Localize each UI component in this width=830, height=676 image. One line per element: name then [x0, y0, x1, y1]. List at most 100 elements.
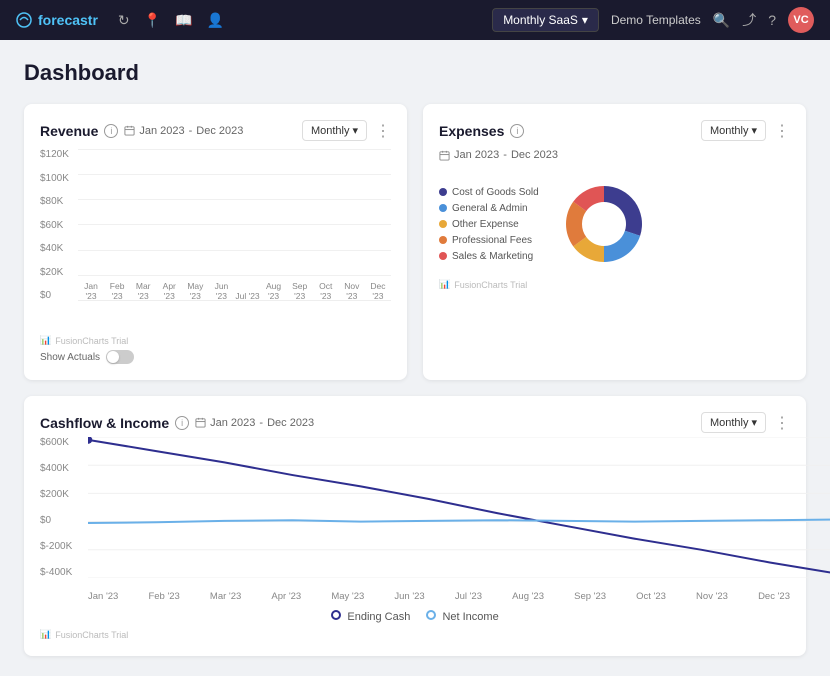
expenses-date-to: Dec 2023 — [511, 149, 558, 161]
pin-icon[interactable]: 📍 — [144, 12, 161, 29]
ending-cash-label: Ending Cash — [347, 611, 410, 623]
bar-group: Jun '23 — [208, 278, 234, 301]
cashflow-line-chart: $600K$400K$200K$0$-200K$-400K Jan '23Feb… — [40, 437, 790, 602]
bar-label: Jan '23 — [78, 282, 104, 301]
expenses-title-row: Expenses i — [439, 123, 524, 139]
expenses-info-icon[interactable]: i — [510, 124, 524, 138]
brand-name: forecastr — [38, 12, 98, 28]
ending-cash-legend-circle — [331, 610, 341, 620]
refresh-icon[interactable]: ↻ — [118, 12, 130, 29]
revenue-fusion-label: FusionCharts Trial — [55, 336, 128, 346]
share-button[interactable]: ⤴ — [742, 10, 756, 30]
legend-item: Sales & Marketing — [439, 251, 539, 262]
x-label: Jun '23 — [394, 591, 424, 602]
cashflow-title: Cashflow & Income — [40, 415, 169, 431]
chart-line — [88, 519, 830, 523]
calendar-icon — [124, 125, 135, 136]
bar-label: Dec '23 — [365, 282, 391, 301]
x-label: May '23 — [331, 591, 364, 602]
avatar[interactable]: VC — [788, 7, 814, 33]
revenue-monthly-label: Monthly — [311, 125, 350, 137]
demo-templates-link[interactable]: Demo Templates — [611, 13, 701, 27]
bar-group: Jul '23 — [234, 288, 260, 301]
revenue-card: Revenue i Jan 2023 - Dec 2023 Monthly ▾ … — [24, 104, 407, 380]
cashflow-more-button[interactable]: ⋮ — [774, 413, 790, 433]
navbar-right: Monthly SaaS ▾ Demo Templates 🔍 ⤴ ? VC — [492, 7, 814, 33]
expenses-fusion-watermark: 📊 FusionCharts Trial — [439, 279, 790, 290]
revenue-title: Revenue — [40, 123, 98, 139]
top-row: Revenue i Jan 2023 - Dec 2023 Monthly ▾ … — [24, 104, 806, 380]
revenue-fusion-watermark: 📊 FusionCharts Trial — [40, 335, 391, 346]
x-label: Sep '23 — [574, 591, 606, 602]
cashflow-fusion-label: FusionCharts Trial — [55, 630, 128, 640]
expenses-date-range[interactable]: Jan 2023 - Dec 2023 — [439, 149, 790, 161]
book-icon[interactable]: 📖 — [175, 12, 192, 29]
revenue-more-button[interactable]: ⋮ — [375, 121, 391, 141]
x-label: Apr '23 — [271, 591, 301, 602]
search-button[interactable]: 🔍 — [713, 12, 730, 29]
expenses-date-from: Jan 2023 — [454, 149, 499, 161]
cashflow-svg — [88, 437, 830, 578]
monthly-saas-button[interactable]: Monthly SaaS ▾ — [492, 8, 599, 32]
revenue-date-range[interactable]: Jan 2023 - Dec 2023 — [124, 125, 243, 137]
expenses-calendar-icon — [439, 150, 450, 161]
legend-dot — [439, 204, 447, 212]
cashflow-date-range[interactable]: Jan 2023 - Dec 2023 — [195, 417, 314, 429]
x-label: Aug '23 — [512, 591, 544, 602]
cashflow-monthly-button[interactable]: Monthly ▾ — [701, 412, 766, 433]
expenses-card: Expenses i Monthly ▾ ⋮ Jan 2023 - Dec 20… — [423, 104, 806, 380]
expenses-monthly-button[interactable]: Monthly ▾ — [701, 120, 766, 141]
legend-item: Professional Fees — [439, 235, 539, 246]
revenue-title-row: Revenue i Jan 2023 - Dec 2023 — [40, 123, 243, 139]
expenses-title: Expenses — [439, 123, 504, 139]
legend-dot — [439, 188, 447, 196]
expenses-header-right: Monthly ▾ ⋮ — [701, 120, 790, 141]
user-icon[interactable]: 👤 — [207, 12, 224, 29]
navbar: forecastr ↻ 📍 📖 👤 Monthly SaaS ▾ Demo Te… — [0, 0, 830, 40]
chevron-down-icon: ▾ — [751, 416, 757, 429]
x-label: Mar '23 — [210, 591, 241, 602]
revenue-bars: Jan '23Feb '23Mar '23Apr '23May '23Jun '… — [78, 149, 391, 329]
x-label: Jan '23 — [88, 591, 118, 602]
bar-group: Mar '23 — [130, 278, 156, 301]
show-actuals-toggle[interactable] — [106, 350, 134, 364]
bar-label: Feb '23 — [104, 282, 130, 301]
cashflow-card: Cashflow & Income i Jan 2023 - Dec 2023 … — [24, 396, 806, 656]
page-title: Dashboard — [24, 60, 806, 86]
cashflow-calendar-icon — [195, 417, 206, 428]
fusion-icon: 📊 — [40, 335, 51, 346]
fusion-icon-expenses: 📊 — [439, 279, 450, 290]
cashflow-info-icon[interactable]: i — [175, 416, 189, 430]
net-income-legend-circle — [426, 610, 436, 620]
show-actuals-label: Show Actuals — [40, 352, 100, 363]
bar-label: Apr '23 — [156, 282, 182, 301]
chevron-down-icon: ▾ — [582, 13, 588, 27]
brand-logo[interactable]: forecastr — [16, 12, 98, 28]
revenue-card-header: Revenue i Jan 2023 - Dec 2023 Monthly ▾ … — [40, 120, 391, 141]
show-actuals: Show Actuals — [40, 350, 391, 364]
expenses-monthly-label: Monthly — [710, 125, 749, 137]
cashflow-fusion-watermark: 📊 FusionCharts Trial — [40, 629, 790, 640]
legend-label: Cost of Goods Sold — [452, 187, 539, 198]
legend-item: General & Admin — [439, 203, 539, 214]
bar-label: May '23 — [182, 282, 208, 301]
cashflow-header-right: Monthly ▾ ⋮ — [701, 412, 790, 433]
expenses-card-header: Expenses i Monthly ▾ ⋮ — [439, 120, 790, 141]
cashflow-title-row: Cashflow & Income i Jan 2023 - Dec 2023 — [40, 415, 314, 431]
cashflow-monthly-label: Monthly — [710, 417, 749, 429]
cashflow-y-labels: $600K$400K$200K$0$-200K$-400K — [40, 437, 72, 602]
x-label: Oct '23 — [636, 591, 666, 602]
help-button[interactable]: ? — [768, 12, 776, 28]
bar-group: Apr '23 — [156, 278, 182, 301]
revenue-header-right: Monthly ▾ ⋮ — [302, 120, 391, 141]
legend-label: Professional Fees — [452, 235, 532, 246]
revenue-monthly-button[interactable]: Monthly ▾ — [302, 120, 367, 141]
revenue-y-labels: $120K$100K$80K$60K$40K$20K$0 — [40, 149, 69, 329]
cashflow-date-from: Jan 2023 — [210, 417, 255, 429]
net-income-legend-item: Net Income — [426, 610, 498, 623]
legend-dot — [439, 220, 447, 228]
cashflow-x-labels: Jan '23Feb '23Mar '23Apr '23May '23Jun '… — [88, 591, 790, 602]
revenue-info-icon[interactable]: i — [104, 124, 118, 138]
chevron-down-icon: ▾ — [352, 124, 358, 137]
expenses-more-button[interactable]: ⋮ — [774, 121, 790, 141]
